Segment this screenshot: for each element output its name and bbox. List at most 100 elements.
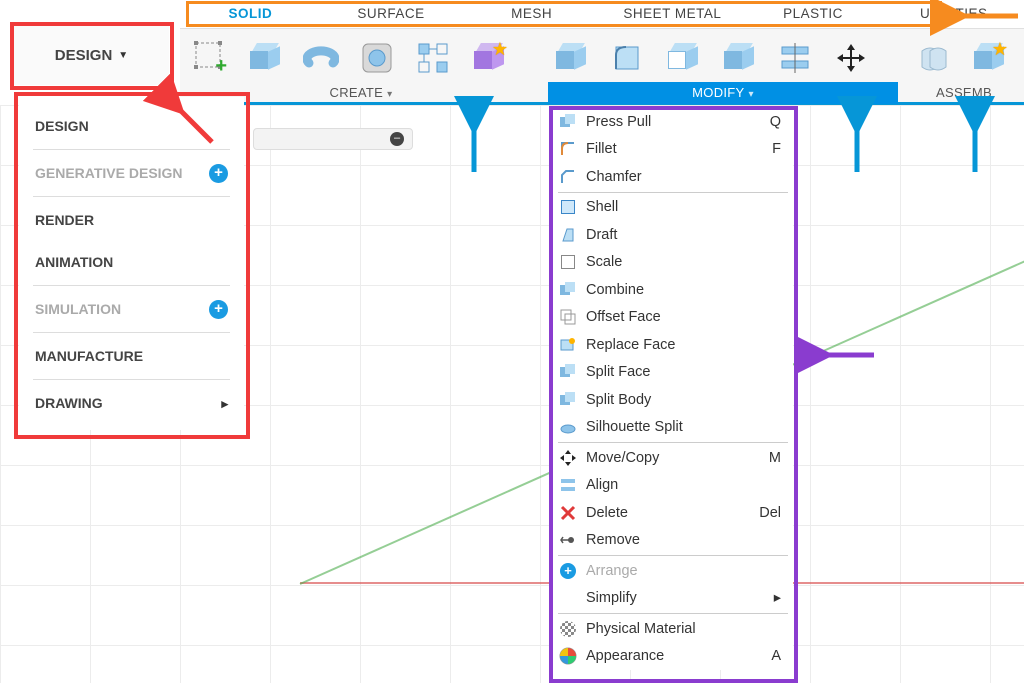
ws-item-design[interactable]: DESIGN: [19, 105, 244, 147]
modify-dropdown-menu: Press PullQFilletF Chamfer Shell DraftScale…: [553, 108, 793, 670]
tool-box[interactable]: [242, 33, 288, 82]
ribbon-group-modify: MODIFY: [542, 29, 904, 102]
extension-plus-icon[interactable]: +: [209, 164, 228, 183]
arrange-icon: +: [559, 562, 577, 580]
modify-item-label: Shell: [586, 199, 618, 215]
ws-item-label: SIMULATION: [35, 301, 121, 317]
modify-item-fillet[interactable]: FilletF: [553, 136, 793, 164]
tool-hole[interactable]: [354, 33, 400, 82]
modify-item-appearance[interactable]: Appearance A: [553, 643, 793, 671]
separator: [558, 613, 788, 614]
ribbon-label-assemble[interactable]: ASSEMB: [910, 82, 1018, 104]
modify-item-delete[interactable]: DeleteDel: [553, 499, 793, 527]
modify-item-label: Replace Face: [586, 337, 675, 353]
ws-item-generative[interactable]: GENERATIVE DESIGN +: [19, 152, 244, 194]
modify-item-label: Silhouette Split: [586, 419, 683, 435]
tab-mesh[interactable]: MESH: [461, 0, 602, 28]
modify-item-draft[interactable]: Draft: [553, 221, 793, 249]
chevron-right-icon: [774, 590, 781, 606]
modify-item-offset-face[interactable]: Offset Face: [553, 304, 793, 332]
modify-item-shortcut: A: [771, 648, 781, 664]
replace-face-icon: [559, 336, 577, 354]
modify-item-split-body[interactable]: Split Body: [553, 386, 793, 414]
tool-align[interactable]: [772, 33, 818, 82]
modify-item-label: Appearance: [586, 648, 664, 664]
ribbon-toolbar: + ★ CREATE: [180, 29, 1024, 105]
modify-item-arrange[interactable]: + Arrange: [553, 557, 793, 585]
tool-combine[interactable]: [716, 33, 762, 82]
modify-item-split-face[interactable]: Split Face: [553, 359, 793, 387]
close-tab-icon[interactable]: –: [390, 132, 404, 146]
shell-icon: [559, 198, 577, 216]
ws-item-label: DESIGN: [35, 118, 89, 134]
modify-item-material[interactable]: Physical Material: [553, 615, 793, 643]
modify-item-scale[interactable]: Scale: [553, 249, 793, 277]
tab-solid[interactable]: SOLID: [180, 0, 321, 28]
split-body-icon: [559, 391, 577, 409]
align-icon: [559, 476, 577, 494]
ws-item-drawing[interactable]: DRAWING: [19, 382, 244, 424]
modify-item-move[interactable]: Move/CopyM: [553, 444, 793, 472]
modify-item-simplify[interactable]: Simplify: [553, 585, 793, 613]
modify-item-remove[interactable]: Remove: [553, 527, 793, 555]
tool-revolve[interactable]: [298, 33, 344, 82]
modify-item-shortcut: Del: [759, 505, 781, 521]
offset-face-icon: [559, 308, 577, 326]
separator: [33, 285, 230, 286]
workspace-switcher-label: DESIGN: [55, 47, 113, 64]
modify-item-label: Physical Material: [586, 621, 696, 637]
tab-utilities[interactable]: UTILITIES: [883, 0, 1024, 28]
ws-item-label: DRAWING: [35, 395, 103, 411]
workspace-switcher-button[interactable]: DESIGN ▼: [14, 26, 169, 85]
new-sketch-plus-icon: +: [215, 55, 227, 78]
draft-icon: [559, 226, 577, 244]
separator: [558, 192, 788, 193]
tool-asbuilt-joint[interactable]: ★: [966, 33, 1012, 82]
tab-surface[interactable]: SURFACE: [321, 0, 462, 28]
modify-item-combine[interactable]: Combine: [553, 276, 793, 304]
tool-joint[interactable]: [910, 33, 956, 82]
tab-sheet-metal[interactable]: SHEET METAL: [602, 0, 743, 28]
modify-item-label: Chamfer: [586, 169, 642, 185]
modify-item-shortcut: Q: [770, 114, 781, 130]
separator: [33, 332, 230, 333]
ws-item-manufacture[interactable]: MANUFACTURE: [19, 335, 244, 377]
ws-item-render[interactable]: RENDER: [19, 199, 244, 241]
modify-item-silhouette[interactable]: Silhouette Split: [553, 414, 793, 442]
tool-fillet[interactable]: [604, 33, 650, 82]
blank-icon: [559, 589, 577, 607]
modify-item-press-pull[interactable]: Press PullQ: [553, 108, 793, 136]
modify-item-shell[interactable]: Shell: [553, 194, 793, 222]
separator: [558, 555, 788, 556]
press-pull-icon: [559, 113, 577, 131]
modify-item-align[interactable]: Align: [553, 472, 793, 500]
split-face-icon: [559, 363, 577, 381]
ribbon-group-create: + ★ CREATE: [180, 29, 542, 102]
tool-shell[interactable]: [660, 33, 706, 82]
chamfer-icon: [559, 168, 577, 186]
ws-item-animation[interactable]: ANIMATION: [19, 241, 244, 283]
separator: [33, 149, 230, 150]
tool-form[interactable]: ★: [466, 33, 512, 82]
tool-move[interactable]: [828, 33, 874, 82]
modify-item-label: Arrange: [586, 563, 638, 579]
silhouette-icon: [559, 418, 577, 436]
tab-plastic[interactable]: PLASTIC: [743, 0, 884, 28]
modify-item-label: Move/Copy: [586, 450, 659, 466]
tabs-row: SOLID SURFACE MESH SHEET METAL PLASTIC U…: [180, 0, 1024, 29]
ws-item-simulation[interactable]: SIMULATION +: [19, 288, 244, 330]
combine-icon: [559, 281, 577, 299]
document-tab-bar[interactable]: –: [253, 128, 413, 150]
chevron-right-icon: [221, 395, 228, 412]
separator: [33, 379, 230, 380]
extension-plus-icon[interactable]: +: [209, 300, 228, 319]
modify-item-chamfer[interactable]: Chamfer: [553, 163, 793, 191]
ws-item-label: GENERATIVE DESIGN: [35, 165, 183, 181]
appearance-icon: [559, 647, 577, 665]
modify-item-label: Split Face: [586, 364, 650, 380]
ribbon-label-modify[interactable]: MODIFY: [548, 82, 898, 104]
tool-pattern[interactable]: [410, 33, 456, 82]
tool-sketch[interactable]: +: [186, 33, 232, 82]
modify-item-replace-face[interactable]: Replace Face: [553, 331, 793, 359]
tool-press-pull[interactable]: [548, 33, 594, 82]
